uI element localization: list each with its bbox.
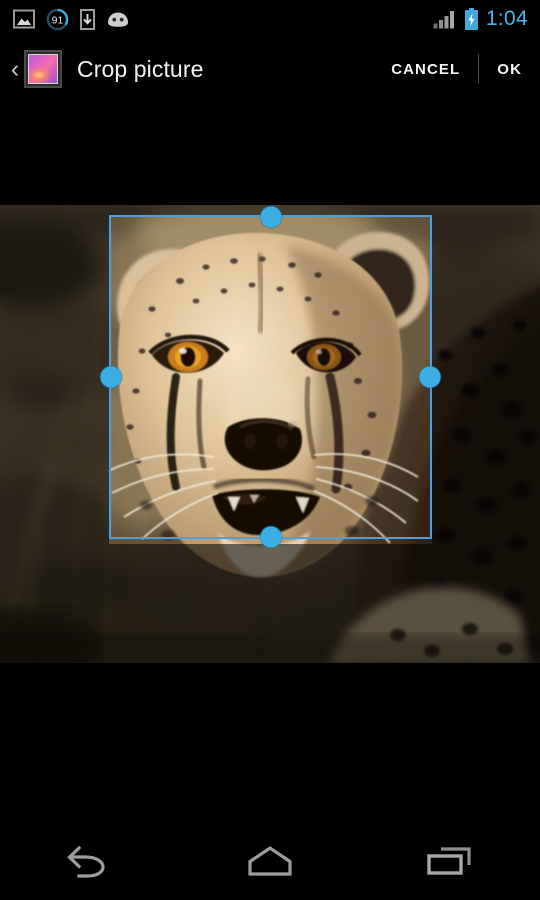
- crop-selection-rectangle[interactable]: [100, 206, 441, 548]
- crop-handle-bottom-icon[interactable]: [260, 526, 281, 548]
- gallery-image-icon: [13, 9, 35, 29]
- nav-back-button[interactable]: [20, 822, 160, 900]
- cellular-signal-icon: [433, 10, 454, 28]
- crop-handle-top-icon[interactable]: [260, 206, 281, 228]
- cancel-button[interactable]: CANCEL: [373, 38, 478, 100]
- nav-recents-button[interactable]: [380, 822, 520, 900]
- gallery-app-icon[interactable]: [24, 50, 62, 88]
- gallery-app-icon-artwork: [28, 54, 58, 84]
- up-back-chevron-icon[interactable]: ‹: [0, 56, 22, 82]
- download-progress-value: 91: [52, 14, 64, 26]
- crop-handle-right-icon[interactable]: [419, 366, 441, 388]
- android-navigation-bar: [0, 822, 540, 900]
- status-bar-clock: 1:04: [485, 7, 528, 30]
- status-bar[interactable]: 91 1:04: [0, 0, 540, 38]
- android-head-icon: [108, 12, 128, 27]
- battery-charging-icon: [464, 7, 478, 30]
- status-bar-notification-icons: 91: [0, 8, 130, 31]
- download-progress-badge-icon: 91: [46, 8, 69, 30]
- nav-recents-icon: [427, 847, 471, 875]
- nav-home-button[interactable]: [200, 822, 340, 900]
- status-bar-system-icons: 1:04: [433, 7, 540, 31]
- download-icon: [80, 8, 95, 30]
- action-bar: ‹ Crop picture CANCEL OK: [0, 38, 540, 100]
- nav-back-arrow-icon: [67, 845, 105, 878]
- crop-handle-left-icon[interactable]: [100, 366, 122, 388]
- action-bar-buttons: CANCEL OK: [373, 38, 540, 100]
- ok-button[interactable]: OK: [479, 38, 540, 100]
- nav-home-icon: [248, 846, 292, 876]
- page-title: Crop picture: [77, 55, 204, 82]
